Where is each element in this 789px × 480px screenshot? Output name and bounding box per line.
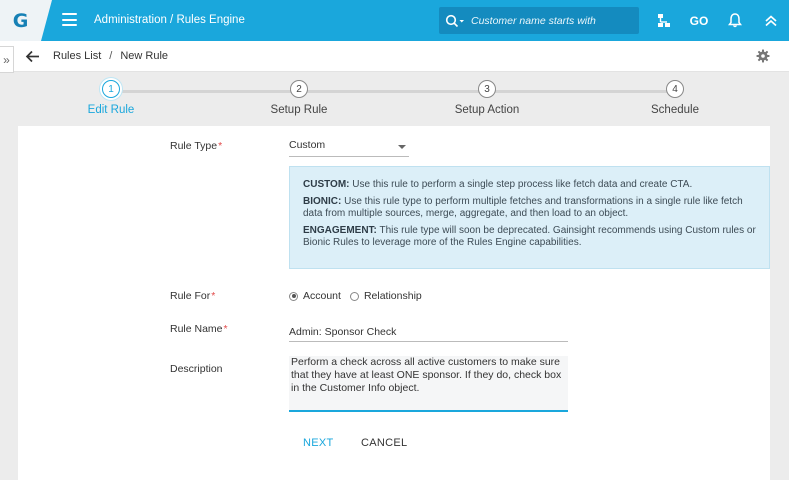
info-custom: CUSTOM: Use this rule to perform a singl… [303,179,693,190]
step-number: 1 [102,80,120,98]
top-icons: GO [645,0,789,41]
breadcrumb-new-rule: New Rule [120,50,169,62]
breadcrumb-bar: » Rules List / New Rule [0,41,789,73]
sidebar-expand-button[interactable]: » [0,46,14,73]
hamburger-menu-icon[interactable] [62,13,77,26]
step-label: Setup Action [454,104,520,116]
step-number: 4 [666,80,684,98]
rule-name-label: Rule Name* [170,323,228,335]
app-logo[interactable]: G [0,0,52,41]
rule-type-label: Rule Type* [170,140,223,152]
radio-account[interactable] [289,291,298,301]
rule-type-info-box: CUSTOM: Use this rule to perform a singl… [289,166,770,269]
app-title: Administration / Rules Engine [94,14,245,26]
top-bar: G Administration / Rules Engine GO [0,0,789,41]
rule-form-card: Rule Type* Custom CUSTOM: Use this rule … [18,126,770,480]
radio-account-label[interactable]: Account [303,290,341,302]
logo-notch [41,0,52,41]
step-setup-rule[interactable]: 2 Setup Rule [249,80,349,116]
stepper-line [113,90,678,93]
description-label: Description [170,363,223,375]
step-label: Setup Rule [270,104,328,116]
chevron-down-icon [398,145,406,149]
radio-relationship[interactable] [349,291,359,301]
step-setup-action[interactable]: 3 Setup Action [437,80,537,116]
step-label: Schedule [651,104,699,116]
gear-icon[interactable] [756,49,770,63]
description-textarea[interactable]: Perform a check across all active custom… [289,356,568,412]
step-number: 3 [478,80,496,98]
step-number: 2 [290,80,308,98]
breadcrumb: Rules List / New Rule [53,50,168,62]
rule-for-label: Rule For* [170,290,216,302]
org-chart-icon[interactable] [645,13,681,28]
step-label: Edit Rule [87,104,135,116]
radio-relationship-label[interactable]: Relationship [364,290,422,302]
rule-type-value: Custom [289,139,326,151]
cancel-button[interactable]: CANCEL [361,437,407,449]
breadcrumb-separator: / [109,50,113,62]
search-input[interactable] [471,14,631,27]
collapse-up-icon[interactable] [753,14,789,28]
rule-name-input[interactable] [289,322,568,342]
logo-letter: G [12,9,29,32]
search-icon[interactable] [445,14,465,28]
info-engagement: ENGAGEMENT: This rule type will soon be … [303,224,756,249]
step-schedule[interactable]: 4 Schedule [625,80,725,116]
next-button[interactable]: NEXT [303,437,334,449]
back-arrow-icon[interactable] [25,50,41,63]
info-bionic: BIONIC: Use this rule type to perform mu… [303,195,743,220]
rule-type-select[interactable]: Custom [289,137,409,157]
step-edit-rule[interactable]: 1 Edit Rule [61,80,161,116]
go-button[interactable]: GO [681,14,717,28]
breadcrumb-rules-list[interactable]: Rules List [53,50,101,62]
rule-for-radio-group: Account Relationship [289,290,422,302]
bell-icon[interactable] [717,13,753,28]
wizard-stepper: 1 Edit Rule 2 Setup Rule 3 Setup Action … [18,72,770,126]
search-box[interactable] [439,7,639,34]
